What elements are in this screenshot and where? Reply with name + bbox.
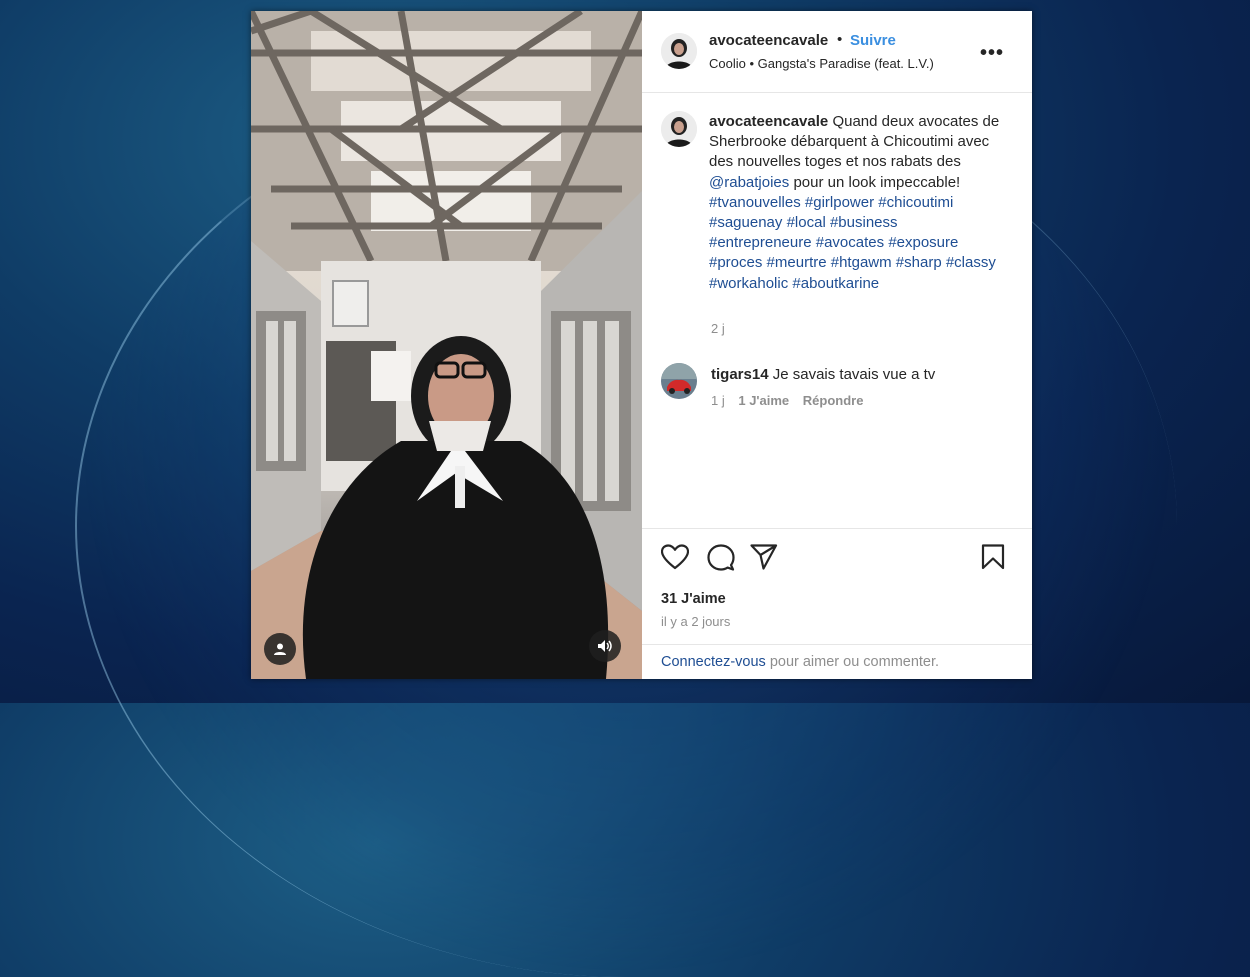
hashtag[interactable]: #classy	[946, 254, 996, 271]
author-avatar[interactable]	[661, 33, 697, 69]
music-label[interactable]: Coolio • Gangsta's Paradise (feat. L.V.)	[709, 56, 934, 71]
hashtag[interactable]: #exposure	[888, 234, 958, 251]
likes-count[interactable]: 31 J'aime	[661, 591, 726, 607]
comment-bubble-icon[interactable]	[707, 544, 735, 572]
author-username[interactable]: avocateencavale	[709, 32, 828, 49]
hashtag[interactable]: #meurtre	[767, 254, 827, 271]
separator-dot: •	[837, 31, 843, 48]
comment-timestamp[interactable]: 1 j	[711, 393, 725, 408]
caption-author-avatar[interactable]	[661, 111, 697, 147]
comment-meta: 1 j 1 J'aime Répondre	[711, 393, 873, 408]
more-options-button[interactable]: •••	[980, 42, 1004, 65]
post-date[interactable]: il y a 2 jours	[661, 614, 730, 629]
user-icon	[274, 643, 286, 655]
post-panel: avocateencavale • Suivre Coolio • Gangst…	[642, 11, 1032, 679]
hashtag[interactable]: #local	[787, 214, 826, 231]
hashtag[interactable]: #aboutkarine	[792, 275, 879, 292]
post-photo[interactable]	[251, 11, 642, 679]
caption-mention[interactable]: @rabatjoies	[709, 174, 789, 191]
like-heart-icon[interactable]	[661, 544, 689, 570]
login-link[interactable]: Connectez-vous	[661, 654, 766, 670]
caption-username[interactable]: avocateencavale	[709, 113, 828, 130]
hashtag[interactable]: #htgawm	[831, 254, 892, 271]
post-header: avocateencavale • Suivre Coolio • Gangst…	[642, 11, 1032, 93]
photo-scene	[251, 11, 642, 679]
hashtag[interactable]: #tvanouvelles	[709, 194, 801, 211]
reply-button[interactable]: Répondre	[803, 393, 864, 408]
hashtag[interactable]: #proces	[709, 254, 762, 271]
caption-text-2: pour un look impeccable!	[793, 173, 961, 191]
hashtag[interactable]: #entrepreneure	[709, 234, 812, 251]
speaker-icon	[598, 640, 612, 652]
tagged-user-button[interactable]	[264, 633, 296, 665]
post-caption: avocateencavale Quand deux avocates de S…	[709, 112, 1001, 294]
commenter-username[interactable]: tigars14	[711, 366, 769, 383]
login-prompt: Connectez-vous pour aimer ou commenter.	[661, 654, 939, 670]
commenter-avatar[interactable]	[661, 363, 697, 399]
login-text: pour aimer ou commenter.	[769, 654, 940, 670]
hashtag[interactable]: #sharp	[896, 254, 942, 271]
hashtag[interactable]: #business	[830, 214, 898, 231]
hashtag[interactable]: #chicoutimi	[878, 194, 953, 211]
comment-likes[interactable]: 1 J'aime	[738, 393, 789, 408]
comment-text: Je savais tavais vue a tv	[772, 366, 936, 383]
avatar-image	[661, 33, 697, 69]
hashtag[interactable]: #saguenay	[709, 214, 782, 231]
hashtag[interactable]: #avocates	[816, 234, 884, 251]
hashtag[interactable]: #girlpower	[805, 194, 874, 211]
avatar-image	[661, 111, 697, 147]
hashtag[interactable]: #workaholic	[709, 275, 788, 292]
avatar-image	[661, 363, 697, 399]
caption-timestamp[interactable]: 2 j	[711, 321, 725, 336]
follow-button[interactable]: Suivre	[850, 32, 896, 49]
login-divider	[642, 644, 1032, 645]
share-paper-plane-icon[interactable]	[750, 544, 778, 570]
mute-button[interactable]	[589, 630, 621, 662]
instagram-post: avocateencavale • Suivre Coolio • Gangst…	[251, 11, 1032, 679]
save-bookmark-icon[interactable]	[981, 544, 1005, 570]
comment: tigars14 Je savais tavais vue a tv	[711, 366, 935, 383]
actions-divider	[642, 528, 1032, 530]
